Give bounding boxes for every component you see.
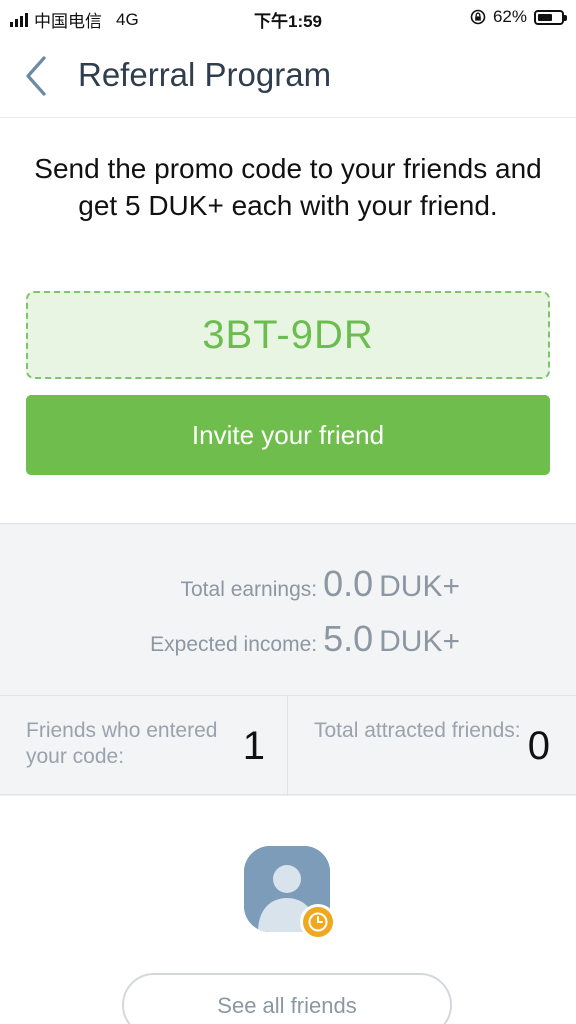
- chevron-left-icon: [26, 56, 46, 96]
- friends-entered-count: 1: [242, 724, 265, 768]
- earnings-section: Total earnings: 0.0 DUK+ Expected income…: [0, 525, 576, 695]
- friends-attracted-count: 0: [527, 724, 550, 768]
- expected-income-label: Expected income:: [150, 633, 318, 656]
- invite-friend-button[interactable]: Invite your friend: [26, 395, 550, 475]
- battery-level: [538, 13, 552, 21]
- expected-income-row: Expected income: 5.0 DUK+: [150, 618, 460, 660]
- clock-icon: [308, 912, 328, 932]
- status-right: 62%: [470, 7, 567, 27]
- total-earnings-unit: DUK+: [379, 570, 460, 603]
- page-title: Referral Program: [78, 56, 332, 93]
- friends-entered-label: Friends who entered your code:: [26, 719, 218, 768]
- back-button[interactable]: [18, 54, 58, 98]
- friends-attracted-cell: Total attracted friends: 0: [288, 696, 576, 796]
- friends-stats: Friends who entered your code: 1 Total a…: [0, 695, 576, 796]
- promo-code: 3BT-9DR: [202, 312, 374, 357]
- promo-card: Send the promo code to your friends and …: [0, 118, 576, 524]
- total-earnings-label: Total earnings:: [180, 578, 318, 601]
- status-bar: 中国电信 4G 下午1:59 62%: [0, 0, 576, 34]
- friends-entered-cell: Friends who entered your code: 1: [0, 696, 288, 796]
- nav-bar: Referral Program: [0, 34, 576, 118]
- friends-list: See all friends: [0, 796, 576, 1024]
- expected-income-value: 5.0: [323, 618, 374, 659]
- promo-code-box[interactable]: 3BT-9DR: [26, 291, 550, 379]
- rotation-lock-icon: [470, 9, 486, 25]
- promo-description: Send the promo code to your friends and …: [34, 153, 542, 221]
- expected-income-unit: DUK+: [379, 625, 460, 658]
- total-earnings-value: 0.0: [323, 563, 374, 604]
- pending-badge: [300, 904, 336, 940]
- see-all-friends-button[interactable]: See all friends: [122, 973, 452, 1024]
- battery-percent: 62%: [492, 7, 527, 26]
- battery-icon: [534, 9, 567, 25]
- total-earnings-row: Total earnings: 0.0 DUK+: [181, 563, 461, 605]
- friends-attracted-label: Total attracted friends:: [314, 719, 521, 742]
